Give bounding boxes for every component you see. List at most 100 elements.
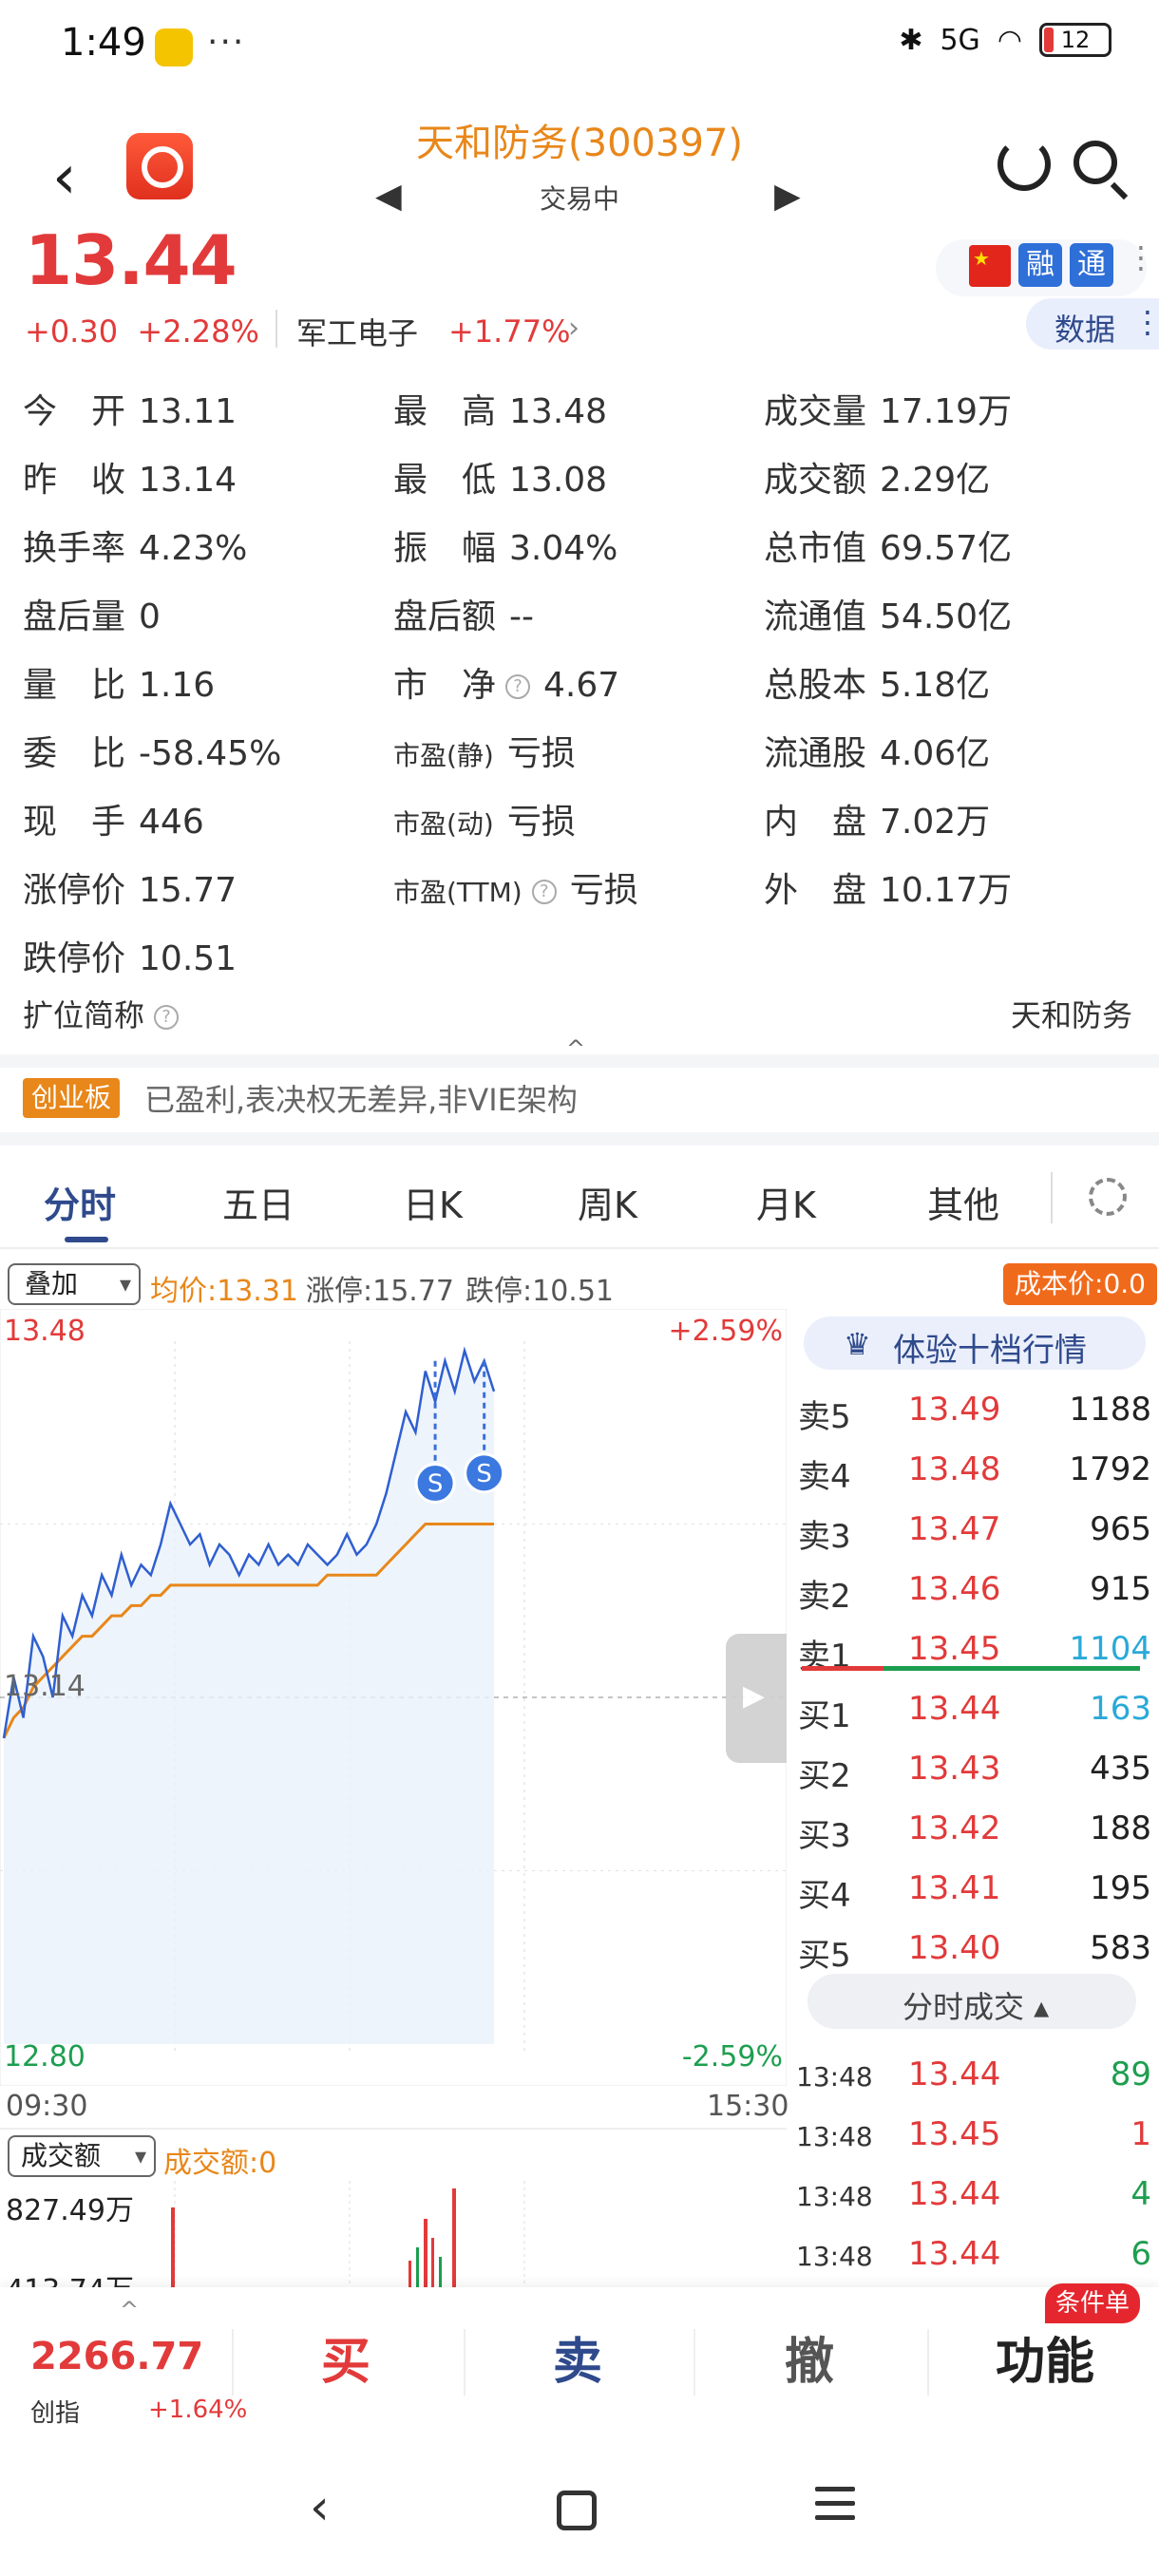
system-menu-icon[interactable] [815, 2487, 855, 2529]
ask-level-row[interactable]: 卖3 13.47 965 [790, 1501, 1159, 1562]
tick-trades-button[interactable]: 分时成交 ▴ [808, 1974, 1136, 2029]
tab-intraday[interactable]: 分时 [44, 1176, 116, 1228]
bid-level-row[interactable]: 买4 13.41 195 [790, 1860, 1159, 1921]
level-label: 卖2 [798, 1578, 851, 1616]
level-price: 13.42 [908, 1809, 1001, 1847]
bid-level-row[interactable]: 买2 13.43 435 [790, 1740, 1159, 1801]
extended-name-value: 天和防务 [1010, 997, 1132, 1033]
stat-label: 盘后额 [393, 597, 497, 636]
stat-value: 54.50亿 [880, 597, 1013, 636]
panel-toggle-handle[interactable] [726, 1634, 787, 1763]
more-icon[interactable]: ⋮ [1126, 239, 1156, 275]
battery-icon: 12 [1039, 23, 1112, 57]
tab-five-day[interactable]: 五日 [222, 1176, 294, 1228]
stat-value: 4.67 [543, 666, 620, 705]
tab-other[interactable]: 其他 [927, 1176, 999, 1228]
level-volume: 583 [1090, 1929, 1151, 1967]
function-button[interactable]: 功能 [996, 2321, 1094, 2393]
tick-time: 13:48 [796, 2121, 873, 2152]
stat-label: 最 高 [393, 392, 497, 431]
crown-icon: ♛ [844, 1326, 871, 1362]
bid-level-row[interactable]: 买5 13.40 583 [790, 1920, 1159, 1980]
system-home-icon[interactable] [557, 2491, 597, 2530]
index-value[interactable]: 2266.77 [30, 2335, 203, 2378]
stat-label: 流通股 [764, 734, 867, 773]
level-price: 13.45 [908, 1630, 1001, 1668]
price-change: +0.30 +2.28% [25, 313, 259, 350]
y-bottom-label: 12.80 [4, 2040, 86, 2074]
refresh-icon[interactable] [998, 138, 1051, 191]
buy-button[interactable]: 买 [321, 2321, 370, 2393]
help-icon[interactable]: ? [154, 1005, 180, 1030]
volume-indicator-select[interactable]: 成交额 [8, 2135, 156, 2177]
ask-level-row[interactable]: 卖2 13.46 915 [790, 1561, 1159, 1621]
chevron-right-icon[interactable]: › [568, 312, 580, 345]
overlay-select[interactable]: 叠加 [8, 1263, 141, 1305]
tick-price: 13.44 [908, 2055, 1001, 2093]
stat-value: 15.77 [139, 871, 238, 910]
level-volume: 1188 [1069, 1391, 1151, 1429]
bid-level-row[interactable]: 买1 13.44 163 [790, 1680, 1159, 1741]
status-time: 1:49 [61, 21, 146, 65]
bottom-trade-bar: ^ 2266.77 创指 +1.64% 买 卖 撤 功能 条件单 [0, 2283, 1159, 2439]
tab-monthly-k[interactable]: 月K [756, 1176, 816, 1228]
expand-index-icon[interactable]: ^ [120, 2297, 139, 2323]
extended-name-label: 扩位简称? [23, 992, 180, 1035]
level-label: 买3 [798, 1817, 851, 1855]
margin-badge[interactable]: 融 [1018, 243, 1062, 287]
trading-status: 交易中 [539, 183, 619, 215]
data-button[interactable]: 数据 ⋮ [1026, 298, 1159, 350]
sector-name[interactable]: 军工电子 [296, 310, 418, 353]
prev-stock-icon[interactable]: ◀ [375, 177, 402, 216]
stat-value: 2.29亿 [880, 461, 991, 500]
pct-bottom-label: -2.59% [681, 2040, 783, 2074]
level-label: 买1 [798, 1697, 851, 1735]
stat-item: 最 高 13.48 [393, 384, 607, 433]
tab-daily-k[interactable]: 日K [403, 1176, 463, 1228]
conditional-order-badge[interactable]: 条件单 [1045, 2283, 1140, 2323]
tick-volume: 1 [1130, 2115, 1151, 2153]
stat-label: 委 比 [23, 734, 126, 773]
help-icon[interactable]: ? [531, 880, 557, 904]
sell-marker-label: S [428, 1470, 444, 1499]
volume-bar [431, 2238, 434, 2287]
ask-level-row[interactable]: 卖1 13.45 1104 [790, 1620, 1159, 1681]
level-volume: 435 [1090, 1750, 1151, 1788]
volume-bar [171, 2207, 175, 2287]
next-stock-icon[interactable]: ▶ [774, 177, 801, 216]
help-icon[interactable]: ? [505, 674, 531, 699]
more-notifications-icon: ··· [207, 23, 246, 62]
volume-bar [416, 2247, 419, 2287]
divider [0, 1054, 1159, 1068]
ask-level-row[interactable]: 卖4 13.48 1792 [790, 1441, 1159, 1502]
ask-level-row[interactable]: 卖5 13.49 1188 [790, 1381, 1159, 1442]
level-label: 买4 [798, 1877, 851, 1915]
system-back-icon[interactable]: ‹ [310, 2479, 330, 2536]
tick-trades-label: 分时成交 ▴ [902, 1989, 1050, 2025]
stat-label: 市盈(TTM) [393, 877, 522, 908]
cost-price-button[interactable]: 成本价:0.0 [1003, 1263, 1157, 1305]
level-volume: 195 [1090, 1869, 1151, 1907]
volume-bar [424, 2219, 428, 2287]
sector-change[interactable]: +1.77% [448, 313, 570, 350]
level10-quote-button[interactable]: ♛ 体验十档行情 [804, 1316, 1146, 1370]
gear-icon[interactable] [1089, 1178, 1127, 1216]
level-price: 13.49 [908, 1391, 1001, 1429]
stat-item: 市 净? 4.67 [393, 657, 619, 707]
stat-item: 成交额 2.29亿 [764, 452, 990, 502]
y-mid-label: 13.14 [4, 1670, 86, 1703]
tick-price: 13.44 [908, 2175, 1001, 2213]
sell-button[interactable]: 卖 [553, 2321, 602, 2393]
stat-item: 总市值 69.57亿 [764, 521, 1012, 570]
tab-weekly-k[interactable]: 周K [578, 1176, 637, 1228]
stat-value: -58.45% [139, 734, 282, 773]
bid-level-row[interactable]: 买3 13.42 188 [790, 1800, 1159, 1861]
level-label: 卖3 [798, 1518, 851, 1556]
search-icon[interactable] [1074, 141, 1117, 184]
cancel-order-button[interactable]: 撤 [785, 2321, 834, 2393]
stat-value: 4.23% [139, 529, 248, 568]
intraday-chart[interactable]: SS 13.48 +2.59% 13.14 12.80 -2.59% [0, 1309, 787, 2086]
level-price: 13.47 [908, 1510, 1001, 1548]
connect-badge[interactable]: 通 [1070, 243, 1113, 287]
data-button-label: 数据 [1054, 312, 1116, 348]
